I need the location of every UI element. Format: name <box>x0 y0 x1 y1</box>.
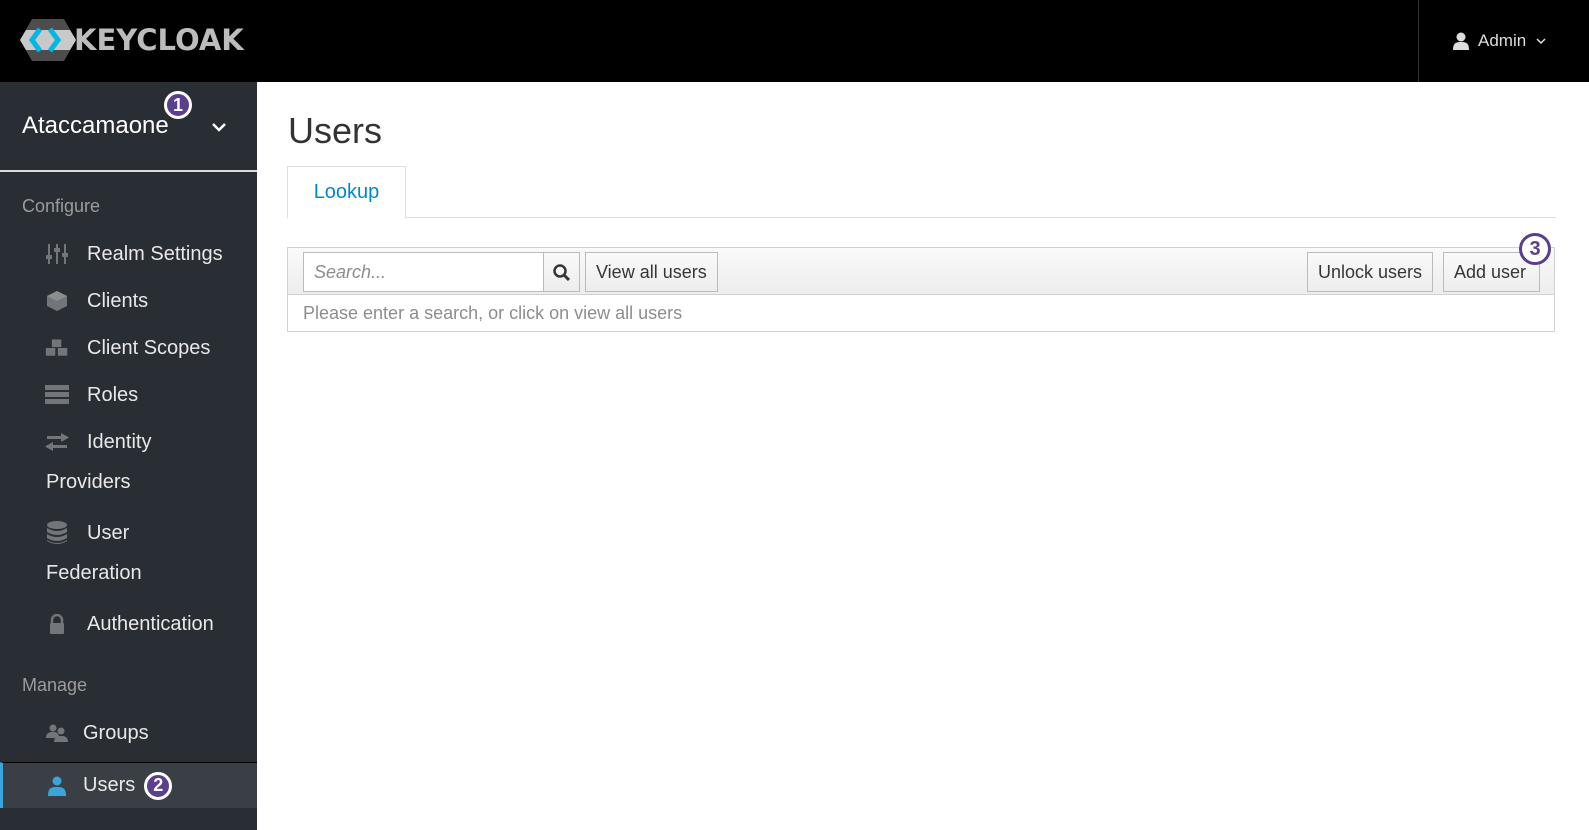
sidebar-item-label: Client Scopes <box>87 336 211 359</box>
tab-lookup[interactable]: Lookup <box>287 166 406 219</box>
sidebar-item-row: User <box>0 518 257 548</box>
cube-icon <box>45 290 69 312</box>
sidebar-item-row: Identity <box>0 427 257 457</box>
sidebar-item-label: Groups <box>83 721 149 744</box>
user-icon <box>1453 32 1469 50</box>
user-menu-dropdown[interactable]: Admin <box>1418 0 1589 82</box>
view-all-users-button[interactable]: View all users <box>585 252 718 292</box>
sidebar-item-label: Realm Settings <box>87 242 223 265</box>
section-label-manage: Manage <box>22 675 88 695</box>
server-icon <box>45 384 69 406</box>
sidebar-item-label: User <box>87 521 130 544</box>
lock-icon <box>45 613 69 635</box>
keycloak-logo-icon <box>20 17 76 63</box>
chevron-down-icon <box>1536 36 1546 46</box>
database-icon <box>45 521 69 544</box>
sidebar-item-label: Clients <box>87 289 149 312</box>
annotation-badge: 1 <box>164 91 192 119</box>
user-menu-label: Admin <box>1478 31 1527 50</box>
sidebar-item-label: Roles <box>87 383 139 406</box>
sidebar: Ataccamaone 1 Configure Realm Settings C… <box>0 82 257 830</box>
realm-selector[interactable]: Ataccamaone 1 <box>0 82 257 172</box>
table-toolbar: View all users Unlock users Add user 3 <box>288 233 1554 295</box>
cubes-icon <box>45 337 69 359</box>
sidebar-item-identity-providers[interactable]: Identity Providers <box>0 427 257 501</box>
sidebar-item-roles[interactable]: Roles <box>0 380 257 410</box>
annotation-badge: 3 <box>1519 233 1551 265</box>
empty-state-message: Please enter a search, or click on view … <box>303 303 683 323</box>
sidebar-item-realm-settings[interactable]: Realm Settings <box>0 239 257 269</box>
top-navbar: KEYCLOAK Admin <box>0 0 1589 82</box>
sidebar-item-user-federation[interactable]: User Federation <box>0 518 257 592</box>
sidebar-item-label: Authentication <box>87 612 214 635</box>
realm-name: Ataccamaone <box>22 112 169 139</box>
users-icon <box>45 722 69 744</box>
main-content: Users Lookup View all users Unlock users… <box>257 82 1589 830</box>
keycloak-logo[interactable]: KEYCLOAK <box>20 17 244 63</box>
sidebar-item-clients[interactable]: Clients <box>0 286 257 316</box>
sidebar-item-label-wrap: Federation <box>46 562 142 584</box>
user-icon <box>45 775 69 797</box>
search-input[interactable] <box>303 252 544 292</box>
sidebar-item-label-wrap: Providers <box>46 471 131 493</box>
unlock-users-button[interactable]: Unlock users <box>1307 252 1434 292</box>
section-label-configure: Configure <box>22 196 101 216</box>
sidebar-item-users[interactable]: Users 2 <box>0 762 257 808</box>
exchange-icon <box>45 431 69 453</box>
sidebar-item-authentication[interactable]: Authentication <box>0 609 257 639</box>
sidebar-item-client-scopes[interactable]: Client Scopes <box>0 333 257 363</box>
page-title: Users <box>288 110 383 151</box>
search-icon <box>553 263 570 281</box>
sidebar-item-label: Identity <box>87 430 152 453</box>
sidebar-item-groups[interactable]: Groups <box>0 718 257 748</box>
annotation-badge: 2 <box>144 771 173 800</box>
users-table: View all users Unlock users Add user 3 P… <box>287 233 1555 332</box>
sliders-icon <box>45 243 69 265</box>
search-button[interactable] <box>543 252 580 292</box>
sidebar-item-label: Users <box>83 774 136 796</box>
chevron-down-icon <box>212 122 226 132</box>
logo-text: KEYCLOAK <box>74 23 244 57</box>
tab-bar: Lookup <box>287 166 1556 219</box>
